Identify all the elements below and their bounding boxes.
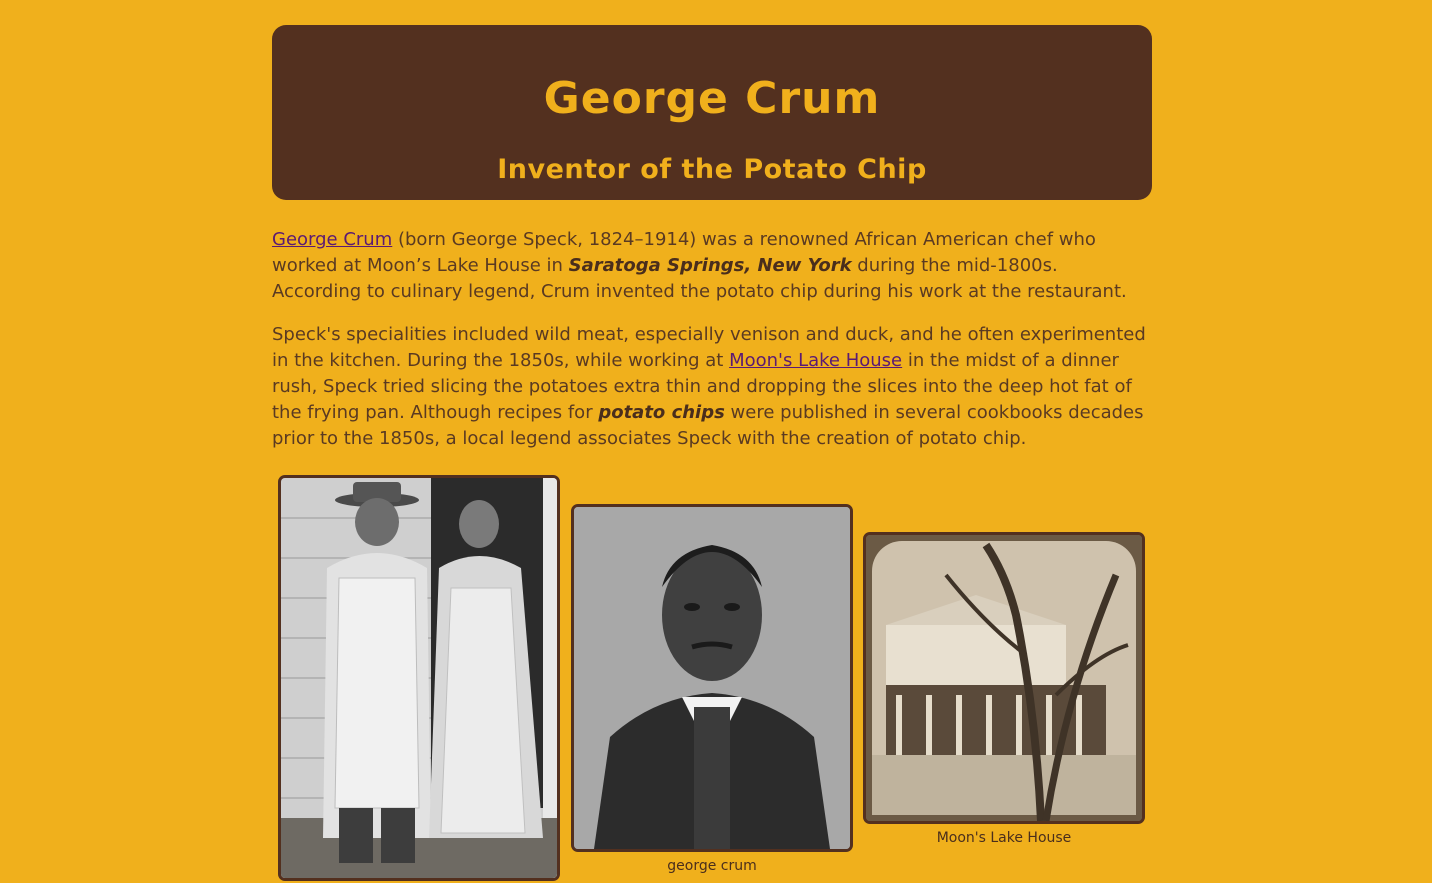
photo-couple xyxy=(278,475,560,881)
page-subtitle: Inventor of the Potato Chip xyxy=(497,154,927,185)
paragraph-intro: George Crum (born George Speck, 1824–191… xyxy=(272,227,1152,305)
moons-lake-house-link[interactable]: Moon's Lake House xyxy=(729,350,902,371)
lake-house-image xyxy=(866,535,1142,821)
intro-location: Saratoga Springs, New York xyxy=(568,255,852,276)
article-body: George Crum (born George Speck, 1824–191… xyxy=(272,227,1152,452)
paragraph-history: Speck's specialities included wild meat,… xyxy=(272,322,1152,452)
caption-george-crum: george crum xyxy=(667,858,757,874)
george-crum-link[interactable]: George Crum xyxy=(272,229,392,250)
photo-moons-lake-house xyxy=(863,532,1145,824)
header-banner: George Crum Inventor of the Potato Chip xyxy=(272,25,1152,200)
page-container: George Crum Inventor of the Potato Chip … xyxy=(272,25,1152,469)
history-potato-chips: potato chips xyxy=(598,402,725,423)
caption-moons-lake-house: Moon's Lake House xyxy=(936,830,1072,846)
photo-george-crum xyxy=(571,504,853,852)
couple-photo-image xyxy=(281,478,557,878)
portrait-image xyxy=(574,507,850,849)
page-title: George Crum xyxy=(543,73,881,124)
